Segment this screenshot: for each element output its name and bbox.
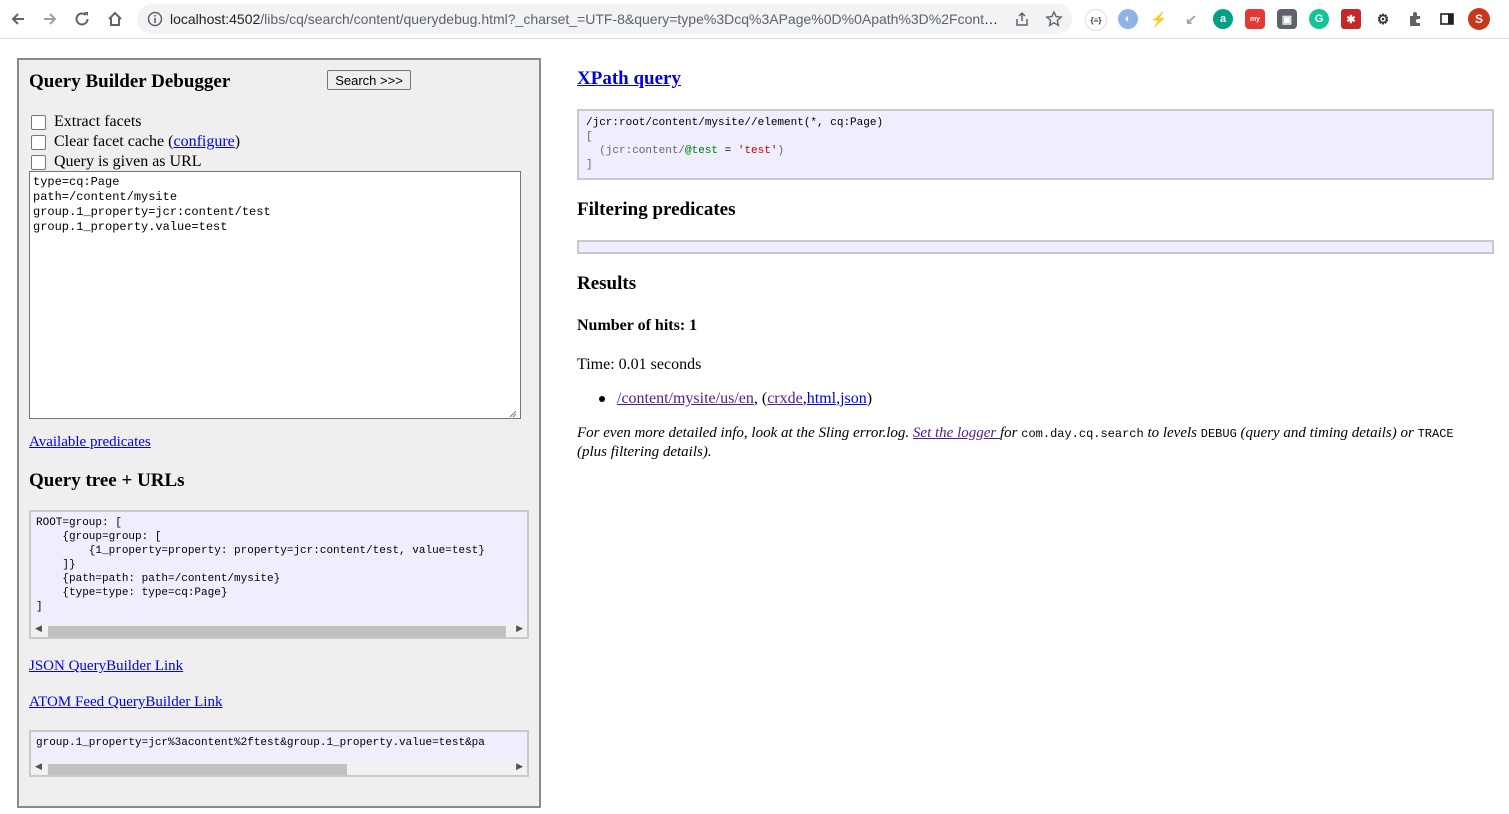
extension-icon-4[interactable]: a: [1213, 9, 1233, 29]
scroll-right-icon[interactable]: ▶: [516, 762, 523, 772]
address-bar[interactable]: localhost:4502/libs/cq/search/content/qu…: [137, 4, 1072, 34]
json-link[interactable]: json: [840, 390, 867, 408]
xpath-query-link[interactable]: XPath query: [577, 68, 681, 90]
back-icon[interactable]: [7, 8, 29, 30]
filtering-predicates-box: [577, 240, 1494, 254]
query-tree-box[interactable]: ROOT=group: [ {group=group: [ {1_propert…: [29, 510, 529, 639]
tree-scroll-thumb[interactable]: [48, 626, 506, 637]
extension-icon-3[interactable]: ↙: [1181, 9, 1201, 29]
home-icon[interactable]: [104, 8, 126, 30]
query-url-text: group.1_property=jcr%3acontent%2ftest&gr…: [36, 737, 485, 749]
url-scroll-thumb[interactable]: [48, 764, 347, 775]
resize-grip-icon[interactable]: [508, 405, 517, 423]
xpath-query-text: /jcr:root/content/mysite//element(*, cq:…: [586, 117, 884, 171]
extension-icon-1[interactable]: ◐: [1118, 9, 1138, 29]
clear-facet-cache-row: Clear facet cache (configure): [31, 133, 240, 151]
bullet-icon: [599, 396, 605, 402]
extension-icon-7[interactable]: ✱: [1341, 9, 1361, 29]
profile-avatar[interactable]: S: [1468, 8, 1490, 30]
extension-icon-8[interactable]: ⚙: [1373, 9, 1393, 29]
xpath-query-box: /jcr:root/content/mysite//element(*, cq:…: [577, 109, 1494, 180]
query-tree-title: Query tree + URLs: [29, 470, 185, 491]
extension-icon-5[interactable]: my: [1245, 9, 1265, 29]
logger-info-text: For even more detailed info, look at the…: [577, 425, 1454, 460]
result-path-link[interactable]: /content/mysite/us/en: [617, 390, 754, 408]
json-viewer-extension-icon[interactable]: {≡}: [1085, 9, 1107, 31]
crxde-link[interactable]: crxde: [767, 390, 803, 408]
extract-facets-label: Extract facets: [54, 113, 142, 130]
url-horizontal-scrollbar[interactable]: ◀ ▶: [31, 761, 527, 775]
query-tree-text: ROOT=group: [ {group=group: [ {1_propert…: [36, 517, 485, 613]
atom-feed-querybuilder-link[interactable]: ATOM Feed QueryBuilder Link: [29, 694, 222, 711]
scroll-left-icon[interactable]: ◀: [35, 624, 42, 634]
scroll-left-icon[interactable]: ◀: [35, 762, 42, 772]
filtering-predicates-title: Filtering predicates: [577, 199, 736, 220]
url-text[interactable]: localhost:4502/libs/cq/search/content/qu…: [170, 11, 1005, 27]
html-link[interactable]: html: [807, 390, 836, 408]
forward-icon[interactable]: [39, 8, 61, 30]
available-predicates-link[interactable]: Available predicates: [29, 434, 151, 451]
configure-link[interactable]: configure: [173, 133, 234, 151]
query-url-box[interactable]: group.1_property=jcr%3acontent%2ftest&gr…: [29, 730, 529, 777]
extract-facets-checkbox[interactable]: [31, 114, 46, 130]
share-icon[interactable]: [1014, 11, 1030, 32]
query-as-url-checkbox[interactable]: [31, 154, 46, 170]
star-icon[interactable]: [1045, 10, 1063, 33]
extension-icon-6[interactable]: ▣: [1277, 9, 1297, 29]
extension-icon-2[interactable]: ⚡: [1149, 9, 1169, 29]
query-time: Time: 0.01 seconds: [577, 356, 702, 373]
tree-horizontal-scrollbar[interactable]: ◀ ▶: [31, 623, 527, 637]
result-list-item: /content/mysite/us/en, (crxde, html, jso…: [599, 390, 872, 408]
query-as-url-label: Query is given as URL: [54, 153, 202, 170]
panel-title: Query Builder Debugger: [29, 71, 231, 92]
query-builder-panel: Query Builder Debugger Search >>> Extrac…: [17, 58, 541, 808]
query-textarea[interactable]: type=cq:Page path=/content/mysite group.…: [29, 171, 521, 419]
set-the-logger-link[interactable]: Set the logger: [913, 425, 1000, 441]
results-title: Results: [577, 273, 637, 294]
clear-facet-cache-checkbox[interactable]: [31, 134, 46, 150]
extensions-puzzle-icon[interactable]: [1405, 9, 1425, 29]
info-icon[interactable]: [147, 11, 163, 32]
search-button[interactable]: Search >>>: [327, 70, 411, 90]
side-panel-icon[interactable]: [1437, 9, 1457, 29]
extract-facets-row: Extract facets: [31, 113, 142, 131]
browser-toolbar: localhost:4502/libs/cq/search/content/qu…: [0, 0, 1509, 39]
reload-icon[interactable]: [71, 8, 93, 30]
number-of-hits: Number of hits: 1: [577, 317, 698, 334]
clear-facet-cache-label: Clear facet cache (: [54, 133, 174, 150]
query-as-url-row: Query is given as URL: [31, 153, 202, 171]
json-querybuilder-link[interactable]: JSON QueryBuilder Link: [29, 658, 183, 675]
scroll-right-icon[interactable]: ▶: [516, 624, 523, 634]
grammarly-icon[interactable]: G: [1309, 9, 1329, 29]
